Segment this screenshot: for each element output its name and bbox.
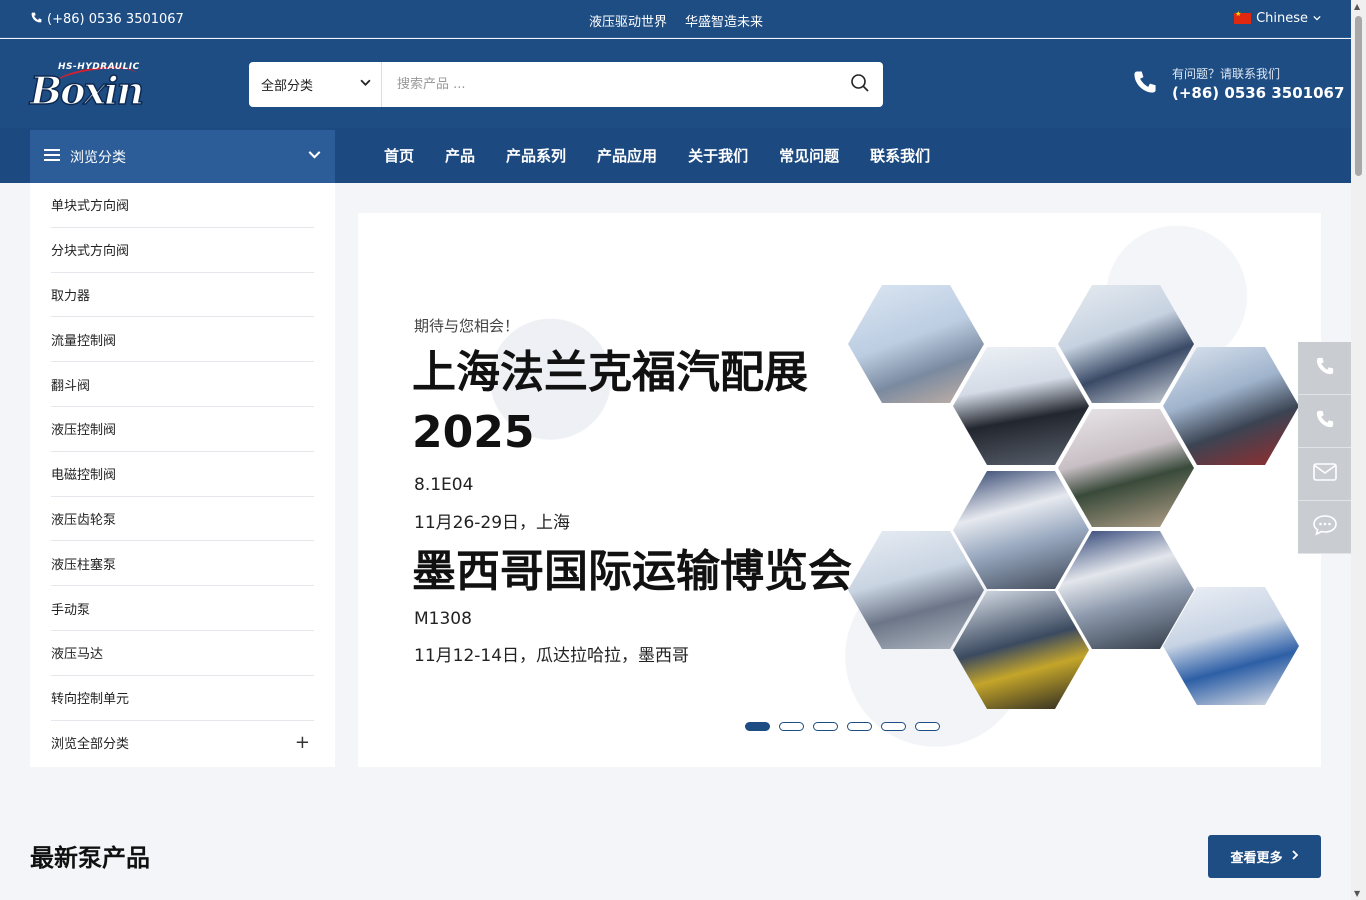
banner-subtitle: 期待与您相会！ bbox=[414, 317, 520, 335]
sidebar-item[interactable]: 分块式方向阀 bbox=[51, 228, 314, 273]
banner-date-2: 11月12-14日，瓜达拉哈拉，墨西哥 bbox=[414, 646, 690, 666]
banner-booth-2: M1308 bbox=[414, 609, 472, 629]
search-icon bbox=[850, 73, 870, 97]
china-flag-icon bbox=[1234, 10, 1252, 24]
slider-dots bbox=[745, 722, 940, 731]
sidebar-item[interactable]: 单块式方向阀 bbox=[51, 183, 314, 228]
banner-booth-1: 8.1E04 bbox=[414, 475, 474, 495]
logo[interactable]: HS-HYDRAULIC Boxin bbox=[29, 56, 145, 114]
scrollbar-thumb[interactable] bbox=[1355, 16, 1362, 176]
slider-dot[interactable] bbox=[881, 722, 906, 731]
chat-icon bbox=[1312, 514, 1338, 540]
float-chat-button[interactable] bbox=[1298, 501, 1351, 554]
phone-icon bbox=[1132, 69, 1158, 99]
chevron-down-icon bbox=[308, 148, 321, 165]
phone-icon bbox=[1315, 356, 1335, 380]
menu-icon bbox=[44, 148, 60, 166]
nav-menu: 首页 产品 产品系列 产品应用 关于我们 常见问题 联系我们 bbox=[384, 128, 961, 183]
chevron-right-icon bbox=[1291, 849, 1299, 864]
exhibition-photo bbox=[953, 347, 1089, 465]
banner-title-2: 墨西哥国际运输博览会 bbox=[412, 546, 852, 597]
floating-contact-bar bbox=[1298, 342, 1351, 554]
exhibition-photo bbox=[1163, 347, 1299, 465]
exhibition-photo bbox=[953, 591, 1089, 709]
sidebar-item[interactable]: 流量控制阀 bbox=[51, 317, 314, 363]
contact-phone: (+86) 0536 3501067 bbox=[1172, 84, 1345, 102]
search-category-select[interactable]: 全部分类 bbox=[249, 62, 382, 107]
sidebar-item[interactable]: 电磁控制阀 bbox=[51, 452, 314, 497]
nav-item-applications[interactable]: 产品应用 bbox=[597, 145, 657, 166]
nav-item-contact[interactable]: 联系我们 bbox=[870, 145, 930, 166]
sidebar-item[interactable]: 液压控制阀 bbox=[51, 407, 314, 452]
sidebar-item[interactable]: 液压马达 bbox=[51, 631, 314, 676]
browse-all-label: 浏览全部分类 bbox=[51, 737, 130, 753]
header: HS-HYDRAULIC Boxin 全部分类 有问题？请联系我们 (+86) … bbox=[0, 39, 1351, 128]
view-more-label: 查看更多 bbox=[1230, 851, 1283, 866]
sidebar-item-browse-all[interactable]: 浏览全部分类 + bbox=[51, 721, 314, 766]
top-phone[interactable]: (+86) 0536 3501067 bbox=[30, 11, 184, 28]
top-bar: (+86) 0536 3501067 液压驱动世界 华盛智造未来 Chinese bbox=[0, 0, 1351, 38]
float-email-button[interactable] bbox=[1298, 448, 1351, 501]
slider-dot[interactable] bbox=[847, 722, 872, 731]
mail-icon bbox=[1312, 463, 1337, 485]
sidebar-item[interactable]: 液压齿轮泵 bbox=[51, 497, 314, 542]
search-bar: 全部分类 bbox=[249, 62, 883, 107]
banner-title-1: 上海法兰克福汽配展 2025 bbox=[412, 347, 808, 458]
nav-item-faq[interactable]: 常见问题 bbox=[779, 145, 839, 166]
browse-label: 浏览分类 bbox=[70, 149, 126, 166]
sidebar-item[interactable]: 取力器 bbox=[51, 273, 314, 318]
language-label: Chinese bbox=[1256, 11, 1308, 26]
header-contact[interactable]: 有问题？请联系我们 (+86) 0536 3501067 bbox=[1132, 65, 1344, 102]
section-title: 最新泵产品 bbox=[30, 844, 150, 872]
plus-icon: + bbox=[294, 732, 310, 754]
slogan-2: 华盛智造未来 bbox=[685, 15, 764, 30]
nav-item-products[interactable]: 产品 bbox=[445, 145, 475, 166]
scroll-up-arrow-icon[interactable]: ▲ bbox=[1354, 2, 1360, 11]
slider-dot[interactable] bbox=[813, 722, 838, 731]
banner-date-1: 11月26-29日，上海 bbox=[414, 513, 571, 533]
float-phone-button[interactable] bbox=[1298, 342, 1351, 395]
chevron-down-icon bbox=[1313, 11, 1321, 26]
main-nav: 浏览分类 首页 产品 产品系列 产品应用 关于我们 常见问题 联系我们 bbox=[0, 128, 1351, 183]
logo-text: Boxin bbox=[29, 67, 145, 114]
slider-dot[interactable] bbox=[915, 722, 940, 731]
slogan-1: 液压驱动世界 bbox=[589, 15, 668, 30]
slider-dot[interactable] bbox=[745, 722, 770, 731]
sidebar-item[interactable]: 转向控制单元 bbox=[51, 676, 314, 721]
sidebar-item[interactable]: 手动泵 bbox=[51, 586, 314, 631]
search-category-label: 全部分类 bbox=[261, 79, 314, 94]
nav-item-series[interactable]: 产品系列 bbox=[506, 145, 566, 166]
exhibition-photo bbox=[1058, 285, 1194, 403]
contact-question: 有问题？请联系我们 bbox=[1172, 67, 1281, 81]
nav-item-about[interactable]: 关于我们 bbox=[688, 145, 748, 166]
exhibition-photo bbox=[848, 285, 984, 403]
top-slogan: 液压驱动世界 华盛智造未来 bbox=[589, 11, 763, 30]
slider-dot[interactable] bbox=[779, 722, 804, 731]
top-phone-number: (+86) 0536 3501067 bbox=[47, 12, 184, 27]
page-scrollbar[interactable]: ▲ ▼ bbox=[1351, 0, 1366, 900]
exhibition-photo bbox=[848, 531, 984, 649]
sidebar-item[interactable]: 液压柱塞泵 bbox=[51, 541, 314, 587]
exhibition-photo bbox=[1058, 409, 1194, 527]
view-more-button[interactable]: 查看更多 bbox=[1208, 835, 1321, 878]
category-sidebar: 单块式方向阀 分块式方向阀 取力器 流量控制阀 翻斗阀 液压控制阀 电磁控制阀 … bbox=[30, 183, 335, 767]
chevron-down-icon bbox=[360, 77, 371, 92]
search-button[interactable] bbox=[837, 62, 883, 107]
browse-categories-button[interactable]: 浏览分类 bbox=[30, 130, 335, 183]
sidebar-item[interactable]: 翻斗阀 bbox=[51, 362, 314, 407]
nav-item-home[interactable]: 首页 bbox=[384, 145, 414, 166]
language-selector[interactable]: Chinese bbox=[1234, 10, 1321, 26]
scroll-down-arrow-icon[interactable]: ▼ bbox=[1354, 889, 1360, 898]
float-phone-button-2[interactable] bbox=[1298, 395, 1351, 448]
exhibition-photo bbox=[953, 471, 1089, 589]
hero-banner[interactable]: 期待与您相会！ 上海法兰克福汽配展 2025 8.1E04 11月26-29日，… bbox=[358, 213, 1321, 767]
phone-icon bbox=[1315, 409, 1335, 433]
phone-icon bbox=[30, 11, 43, 28]
search-input[interactable] bbox=[382, 62, 837, 107]
